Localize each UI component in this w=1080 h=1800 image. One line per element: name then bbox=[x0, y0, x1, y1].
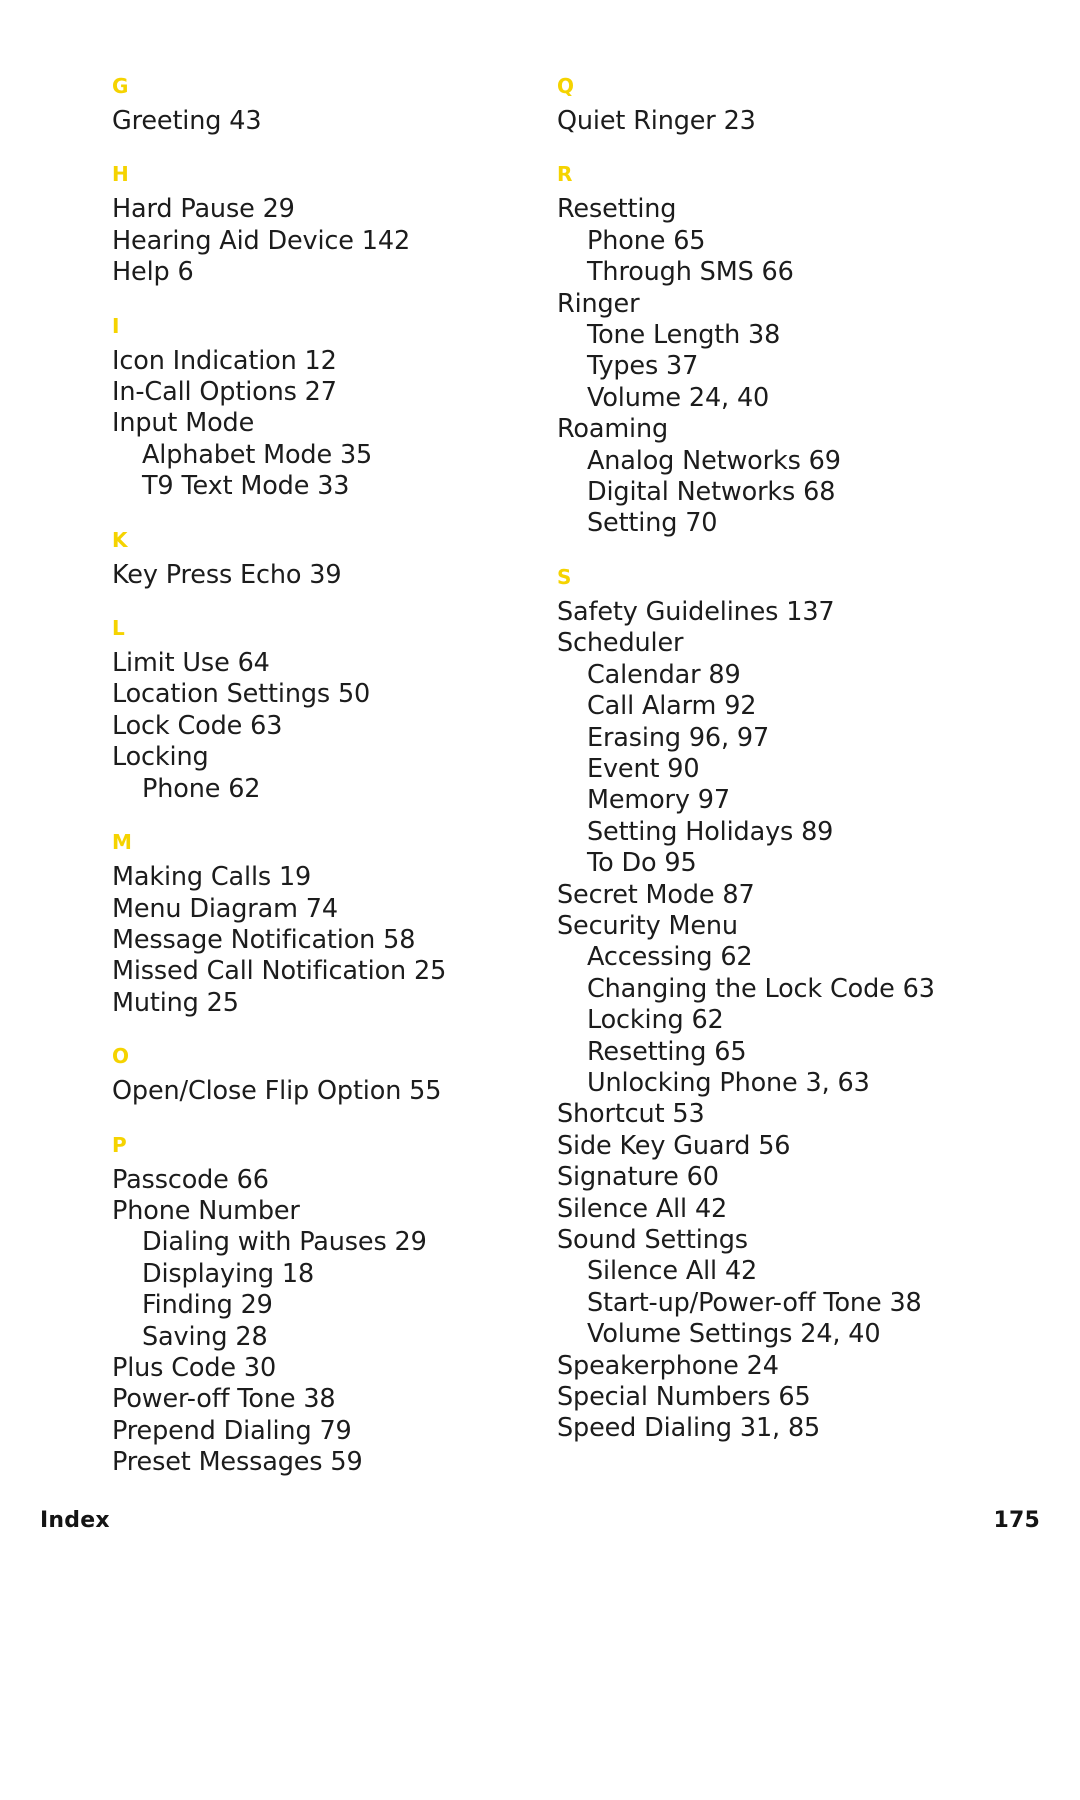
index-entry: Security Menu bbox=[557, 910, 738, 941]
index-letter-block: Q Quiet Ringer 23 bbox=[541, 74, 984, 137]
index-entry: Special Numbers 65 bbox=[557, 1382, 811, 1413]
index-letter-heading: I bbox=[112, 313, 120, 338]
index-column-left: G Greeting 43 H Hard Pause 29 Hearing Aid De… bbox=[96, 74, 540, 1479]
index-letter-block: M Making Calls 19 Menu Diagram 74 Message N… bbox=[96, 830, 540, 1019]
index-letter-heading: H bbox=[112, 162, 130, 187]
index-letter-heading: R bbox=[557, 162, 573, 187]
index-entry: Plus Code 30 bbox=[112, 1352, 277, 1383]
index-subentry: Erasing 96, 97 bbox=[587, 722, 770, 753]
index-subentry: Memory 97 bbox=[587, 785, 730, 816]
index-page: G Greeting 43 H Hard Pause 29 Hearing Aid De… bbox=[0, 0, 1080, 1800]
index-entry: Phone Number bbox=[112, 1195, 300, 1226]
index-entry: Speakerphone 24 bbox=[557, 1350, 779, 1381]
index-subentry: Types 37 bbox=[587, 351, 699, 382]
index-subentry: Alphabet Mode 35 bbox=[142, 439, 373, 470]
index-entry: Shortcut 53 bbox=[557, 1099, 705, 1130]
index-subentry: Analog Networks 69 bbox=[587, 445, 841, 476]
footer-section-label: Index bbox=[40, 1508, 110, 1533]
index-subentry: Volume Settings 24, 40 bbox=[587, 1319, 881, 1350]
index-letter-heading: K bbox=[112, 527, 128, 552]
index-subentry: Event 90 bbox=[587, 753, 700, 784]
index-letter-heading: P bbox=[112, 1132, 127, 1157]
index-entry: Lock Code 63 bbox=[112, 710, 283, 741]
index-letter-heading: M bbox=[112, 830, 133, 855]
index-entry: Side Key Guard 56 bbox=[557, 1130, 791, 1161]
index-entry: Icon Indication 12 bbox=[112, 345, 337, 376]
index-subentry: Changing the Lock Code 63 bbox=[587, 973, 935, 1004]
index-letter-block: H Hard Pause 29 Hearing Aid Device 142 Help… bbox=[96, 162, 540, 288]
index-entry: Resetting bbox=[557, 194, 677, 225]
index-letter-block: I Icon Indication 12 In-Call Options 27 Inp… bbox=[96, 314, 540, 503]
index-subentry: Displaying 18 bbox=[142, 1258, 315, 1289]
index-entry: Sound Settings bbox=[557, 1225, 748, 1255]
index-subentry: To Do 95 bbox=[587, 848, 697, 879]
index-letter-block: R Resetting Phone 65 Through SMS 66 Ringer To… bbox=[541, 162, 984, 539]
index-column-right: Q Quiet Ringer 23 R Resetting Phone 65 Throug… bbox=[540, 74, 984, 1445]
index-entry: Ringer bbox=[557, 288, 640, 319]
index-entry: Secret Mode 87 bbox=[557, 879, 755, 910]
index-entry: Muting 25 bbox=[112, 987, 239, 1018]
index-entry: Safety Guidelines 137 bbox=[557, 596, 835, 627]
index-subentry: Through SMS 66 bbox=[587, 257, 794, 288]
index-subentry: Calendar 89 bbox=[587, 659, 741, 690]
index-entry: Greeting 43 bbox=[112, 106, 262, 136]
index-entry: Power-off Tone 38 bbox=[112, 1384, 336, 1415]
index-entry: Roaming bbox=[557, 414, 669, 445]
index-entry: Silence All 42 bbox=[557, 1193, 728, 1224]
index-subentry: Phone 62 bbox=[142, 773, 261, 804]
index-entry: Scheduler bbox=[557, 628, 684, 659]
index-subentry: Volume 24, 40 bbox=[587, 382, 770, 413]
index-letter-block: K Key Press Echo 39 bbox=[96, 528, 540, 591]
index-letter-heading: Q bbox=[557, 74, 575, 98]
index-subentry: Resetting 65 bbox=[587, 1036, 747, 1067]
index-entry: Making Calls 19 bbox=[112, 862, 312, 893]
index-subentry: Unlocking Phone 3, 63 bbox=[587, 1067, 870, 1098]
index-entry: Preset Messages 59 bbox=[112, 1447, 363, 1478]
index-entry: Quiet Ringer 23 bbox=[557, 106, 756, 136]
index-letter-heading: S bbox=[557, 564, 572, 589]
index-letter-block: O Open/Close Flip Option 55 bbox=[96, 1044, 540, 1107]
index-entry: Hard Pause 29 bbox=[112, 194, 295, 225]
index-subentry: Setting Holidays 89 bbox=[587, 816, 834, 847]
footer-page-number: 175 bbox=[993, 1508, 1040, 1533]
index-entry: Key Press Echo 39 bbox=[112, 559, 342, 590]
index-letter-heading: L bbox=[112, 616, 126, 641]
index-subentry: T9 Text Mode 33 bbox=[142, 471, 350, 502]
index-subentry: Setting 70 bbox=[587, 508, 718, 539]
index-subentry: Finding 29 bbox=[142, 1290, 273, 1321]
index-subentry: Start-up/Power-off Tone 38 bbox=[587, 1287, 922, 1318]
page-footer: Index 175 bbox=[40, 1504, 1040, 1538]
index-entry: Signature 60 bbox=[557, 1162, 719, 1193]
index-entry: Hearing Aid Device 142 bbox=[112, 225, 411, 256]
index-entry: Open/Close Flip Option 55 bbox=[112, 1076, 442, 1107]
index-entry: Menu Diagram 74 bbox=[112, 893, 338, 924]
index-letter-block: S Safety Guidelines 137 Scheduler Calendar … bbox=[541, 565, 984, 1445]
index-subentry: Accessing 62 bbox=[587, 942, 753, 973]
index-entry: Help 6 bbox=[112, 257, 194, 288]
index-entry: Missed Call Notification 25 bbox=[112, 956, 447, 987]
index-entry: Limit Use 64 bbox=[112, 648, 270, 679]
index-subentry: Call Alarm 92 bbox=[587, 691, 757, 722]
index-entry: Message Notification 58 bbox=[112, 924, 416, 955]
index-entry: Locking bbox=[112, 742, 209, 773]
index-columns: G Greeting 43 H Hard Pause 29 Hearing Aid De… bbox=[96, 74, 984, 1477]
index-letter-block: P Passcode 66 Phone Number Dialing with Pau… bbox=[96, 1133, 540, 1479]
index-subentry: Digital Networks 68 bbox=[587, 477, 836, 508]
index-entry: Speed Dialing 31, 85 bbox=[557, 1413, 821, 1444]
index-letter-block: G Greeting 43 bbox=[96, 74, 540, 137]
index-entry: Prepend Dialing 79 bbox=[112, 1415, 352, 1446]
index-entry: In-Call Options 27 bbox=[112, 377, 337, 408]
index-entry: Input Mode bbox=[112, 408, 255, 439]
index-subentry: Phone 65 bbox=[587, 225, 706, 256]
index-letter-heading: O bbox=[112, 1044, 130, 1069]
index-entry: Location Settings 50 bbox=[112, 679, 371, 710]
index-subentry: Saving 28 bbox=[142, 1321, 268, 1352]
index-entry: Passcode 66 bbox=[112, 1164, 269, 1195]
index-letter-block: L Limit Use 64 Location Settings 50 Lock Co… bbox=[96, 616, 540, 805]
index-letter-heading: G bbox=[112, 74, 129, 98]
index-subentry: Locking 62 bbox=[587, 1005, 724, 1036]
index-subentry: Tone Length 38 bbox=[587, 320, 781, 351]
index-subentry: Dialing with Pauses 29 bbox=[142, 1227, 427, 1258]
index-subentry: Silence All 42 bbox=[587, 1256, 758, 1287]
